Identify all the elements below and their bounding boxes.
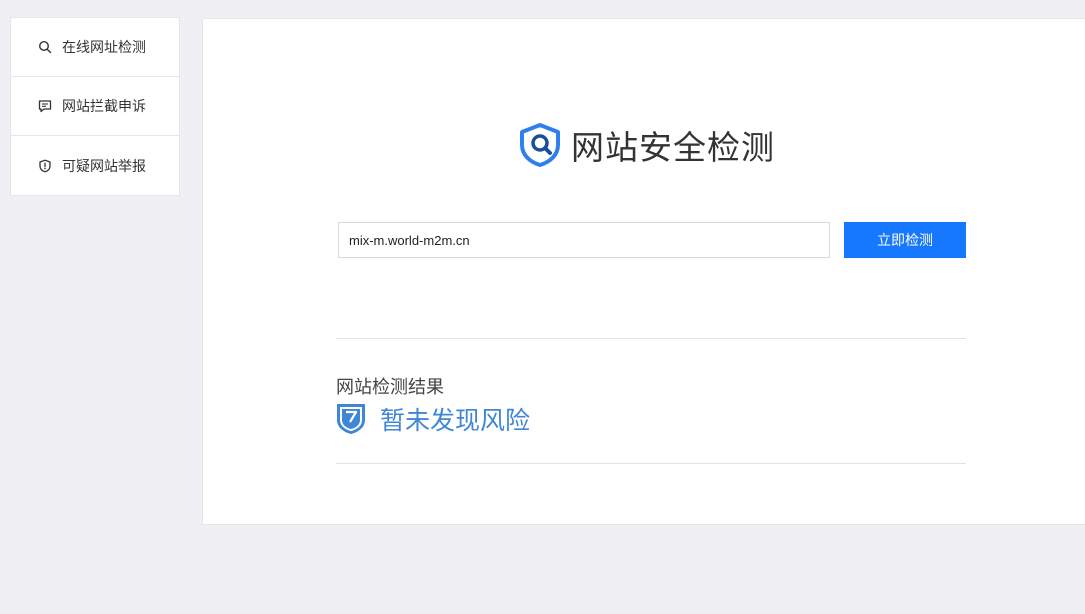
shield-alert-icon (38, 159, 52, 173)
sidebar-item-suspicious-report[interactable]: 可疑网站举报 (11, 136, 179, 195)
shield-search-icon (520, 123, 560, 167)
check-now-button[interactable]: 立即检测 (844, 222, 966, 258)
sidebar-item-online-url-check[interactable]: 在线网址检测 (11, 18, 179, 77)
message-icon (38, 99, 52, 113)
result-status: 暂未发现风险 (336, 401, 530, 437)
sidebar-item-label: 网站拦截申诉 (62, 99, 146, 115)
main-panel: 网站安全检测 立即检测 网站检测结果 暂未发现风险 (202, 18, 1085, 525)
sidebar-item-label: 可疑网站举报 (62, 158, 146, 175)
page-title: 网站安全检测 (571, 128, 775, 167)
divider (336, 338, 966, 339)
result-label: 网站检测结果 (336, 377, 444, 398)
search-icon (38, 40, 52, 54)
sidebar: 在线网址检测 网站拦截申诉 可疑网站举报 (10, 17, 180, 196)
sidebar-item-label: 在线网址检测 (62, 40, 146, 56)
sidebar-item-block-appeal[interactable]: 网站拦截申诉 (11, 77, 179, 136)
shield-check-icon (337, 404, 365, 434)
brand-header: 网站安全检测 (517, 121, 775, 169)
result-status-text: 暂未发现风险 (380, 406, 531, 435)
divider (336, 463, 966, 464)
url-input[interactable] (338, 222, 830, 258)
